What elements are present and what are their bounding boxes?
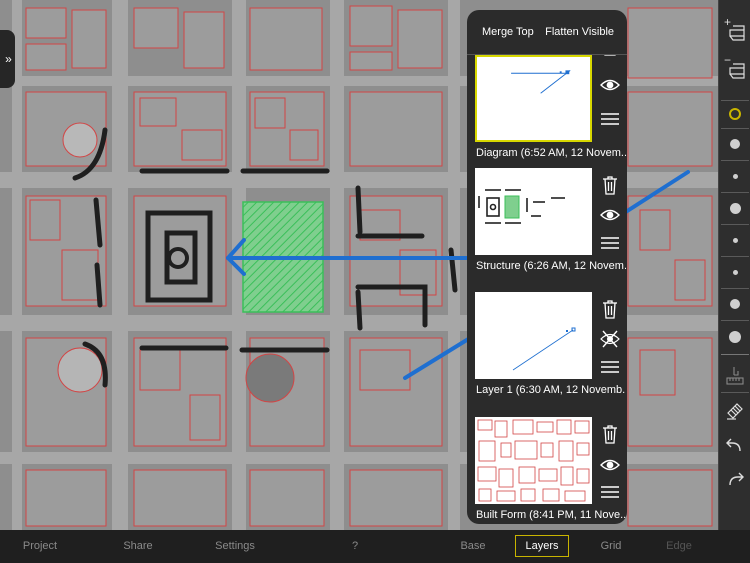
layer-1-thumbnail — [512, 327, 576, 371]
layers-list[interactable]: Diagram (6:52 AM, 12 Novem... Structure … — [467, 55, 627, 524]
tab-grid[interactable]: Grid — [588, 530, 634, 563]
structure-thumbnail — [478, 189, 565, 224]
drag-handle-icon[interactable] — [595, 479, 625, 505]
layer-thumbnail[interactable] — [475, 168, 592, 255]
tab-layers[interactable]: Layers — [512, 530, 572, 563]
layers-panel-header: Merge Top Flatten Visible — [467, 10, 627, 55]
layer-thumbnail[interactable] — [475, 55, 592, 142]
layers-panel: Merge Top Flatten Visible Diagram (6:52 … — [467, 10, 627, 524]
toolbar-divider — [721, 224, 749, 225]
eye-icon[interactable] — [595, 202, 625, 228]
add-layer-icon: + — [724, 16, 745, 41]
layer-tools — [595, 417, 625, 504]
toolbar-divider — [721, 320, 749, 321]
selected-brush-dot-icon — [729, 108, 741, 120]
brush-dot-icon — [729, 331, 741, 343]
toolbar-divider — [721, 354, 749, 355]
brush-size-s[interactable] — [719, 134, 750, 154]
redo-button[interactable] — [719, 466, 750, 494]
drag-handle-icon[interactable] — [595, 106, 625, 132]
built-form-thumbnail — [477, 419, 590, 502]
brush-size-xs[interactable] — [719, 104, 750, 124]
ruler-button[interactable] — [719, 362, 750, 390]
layer-item-layer-1[interactable]: Layer 1 (6:30 AM, 12 Novemb... — [467, 292, 627, 416]
layer-name: Built Form (8:41 PM, 11 Nove... — [476, 509, 626, 521]
drag-handle-icon[interactable] — [595, 230, 625, 256]
toolbar-divider — [721, 128, 749, 129]
undo-button[interactable] — [719, 432, 750, 460]
layer-item-built-form[interactable]: Built Form (8:41 PM, 11 Nove... — [467, 417, 627, 524]
tab-help[interactable]: ? — [340, 530, 370, 563]
ruler-icon — [726, 367, 744, 385]
tab-project[interactable]: Project — [10, 530, 70, 563]
chevron-double-right-icon: » — [5, 52, 12, 66]
layer-thumbnail[interactable] — [475, 417, 592, 504]
add-layer-button[interactable]: + — [719, 14, 750, 46]
layer-item-diagram[interactable]: Diagram (6:52 AM, 12 Novem... — [467, 55, 627, 179]
svg-text:−: − — [724, 54, 731, 67]
brush-dot-icon — [732, 173, 738, 179]
brush-size-l[interactable] — [719, 198, 750, 218]
trash-icon[interactable] — [595, 421, 625, 447]
layer-tools — [595, 55, 625, 142]
toolbar-divider — [721, 288, 749, 289]
right-toolbar: + − — [718, 0, 750, 530]
toolbar-divider — [721, 192, 749, 193]
remove-layer-button[interactable]: − — [719, 52, 750, 84]
toolbar-divider — [721, 160, 749, 161]
toolbar-divider — [721, 100, 749, 101]
redo-icon — [729, 472, 744, 486]
layer-name: Diagram (6:52 AM, 12 Novem... — [476, 147, 626, 159]
eye-hidden-icon[interactable] — [595, 326, 625, 352]
remove-layer-icon: − — [724, 54, 745, 79]
sidebar-expand-button[interactable]: » — [0, 30, 15, 88]
tab-edge[interactable]: Edge — [656, 530, 702, 563]
eye-icon[interactable] — [595, 72, 625, 98]
layer-item-structure[interactable]: Structure (6:26 AM, 12 Novem... — [467, 168, 627, 292]
brush-dot-icon — [732, 269, 738, 275]
tab-share[interactable]: Share — [108, 530, 168, 563]
drag-handle-icon[interactable] — [595, 354, 625, 380]
brush-size-l2[interactable] — [719, 294, 750, 314]
toolbar-divider — [721, 392, 749, 393]
tab-base[interactable]: Base — [448, 530, 498, 563]
trash-icon[interactable] — [595, 296, 625, 322]
flatten-visible-button[interactable]: Flatten Visible — [545, 26, 614, 38]
brush-dot-icon — [729, 202, 741, 214]
brush-size-xl[interactable] — [719, 326, 750, 348]
layer-tools — [595, 292, 625, 379]
trash-icon[interactable] — [595, 172, 625, 198]
eye-icon[interactable] — [595, 452, 625, 478]
layer-name: Layer 1 (6:30 AM, 12 Novemb... — [476, 384, 626, 396]
brush-size-s2[interactable] — [719, 262, 750, 282]
brush-size-m[interactable] — [719, 166, 750, 186]
undo-icon — [726, 438, 741, 452]
brush-dot-icon — [732, 237, 738, 243]
layer-tools — [595, 168, 625, 255]
eraser-button[interactable] — [719, 396, 750, 424]
layer-thumbnail[interactable] — [475, 292, 592, 379]
brush-dot-icon — [730, 299, 740, 309]
bottom-toolbar: Project Share Settings ? Base Layers Gri… — [0, 530, 750, 563]
diagram-thumbnail — [511, 69, 571, 94]
layer-name: Structure (6:26 AM, 12 Novem... — [476, 260, 626, 272]
tab-settings[interactable]: Settings — [205, 530, 265, 563]
toolbar-divider — [721, 256, 749, 257]
svg-text:+: + — [724, 16, 731, 29]
trash-icon[interactable] — [595, 55, 625, 57]
brush-dot-icon — [730, 139, 740, 149]
eraser-icon — [727, 403, 743, 420]
merge-top-button[interactable]: Merge Top — [482, 26, 534, 38]
brush-size-m2[interactable] — [719, 230, 750, 250]
